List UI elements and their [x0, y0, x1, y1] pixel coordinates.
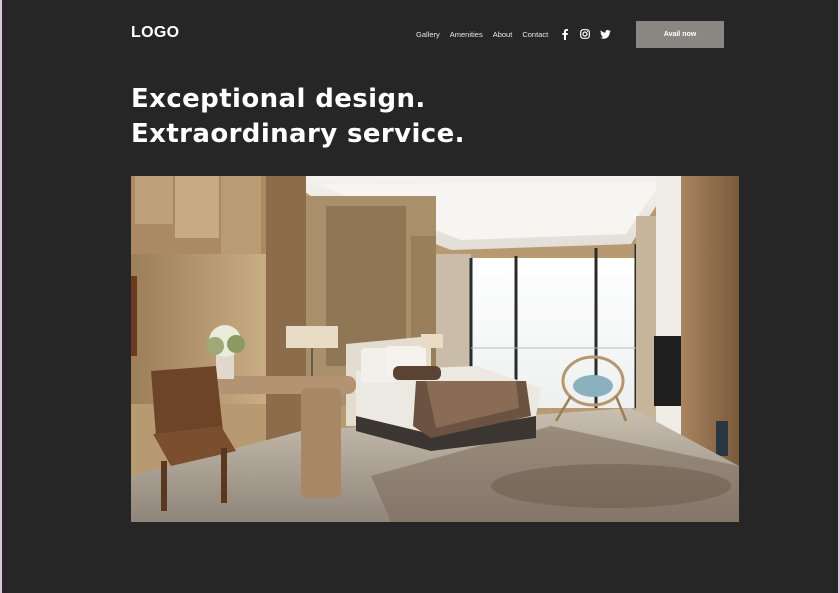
avail-now-button[interactable]: Avail now	[636, 21, 724, 48]
landing-page: LOGO Gallery Amenities About Contact Ava…	[2, 0, 838, 593]
twitter-icon[interactable]	[599, 28, 611, 40]
social-links	[559, 28, 611, 40]
hero-image	[131, 176, 739, 522]
hotel-bedroom-photo	[131, 176, 739, 522]
nav-about[interactable]: About	[493, 30, 513, 39]
main-nav: Gallery Amenities About Contact	[416, 30, 558, 39]
headline-line-2: Extraordinary service.	[131, 119, 465, 149]
nav-amenities[interactable]: Amenities	[450, 30, 483, 39]
nav-gallery[interactable]: Gallery	[416, 30, 440, 39]
instagram-icon[interactable]	[579, 28, 591, 40]
headline-line-1: Exceptional design.	[131, 84, 426, 114]
facebook-icon[interactable]	[559, 28, 571, 40]
hero-headline: Exceptional design. Extraordinary servic…	[131, 82, 465, 152]
logo[interactable]: LOGO	[131, 24, 179, 42]
nav-contact[interactable]: Contact	[522, 30, 548, 39]
